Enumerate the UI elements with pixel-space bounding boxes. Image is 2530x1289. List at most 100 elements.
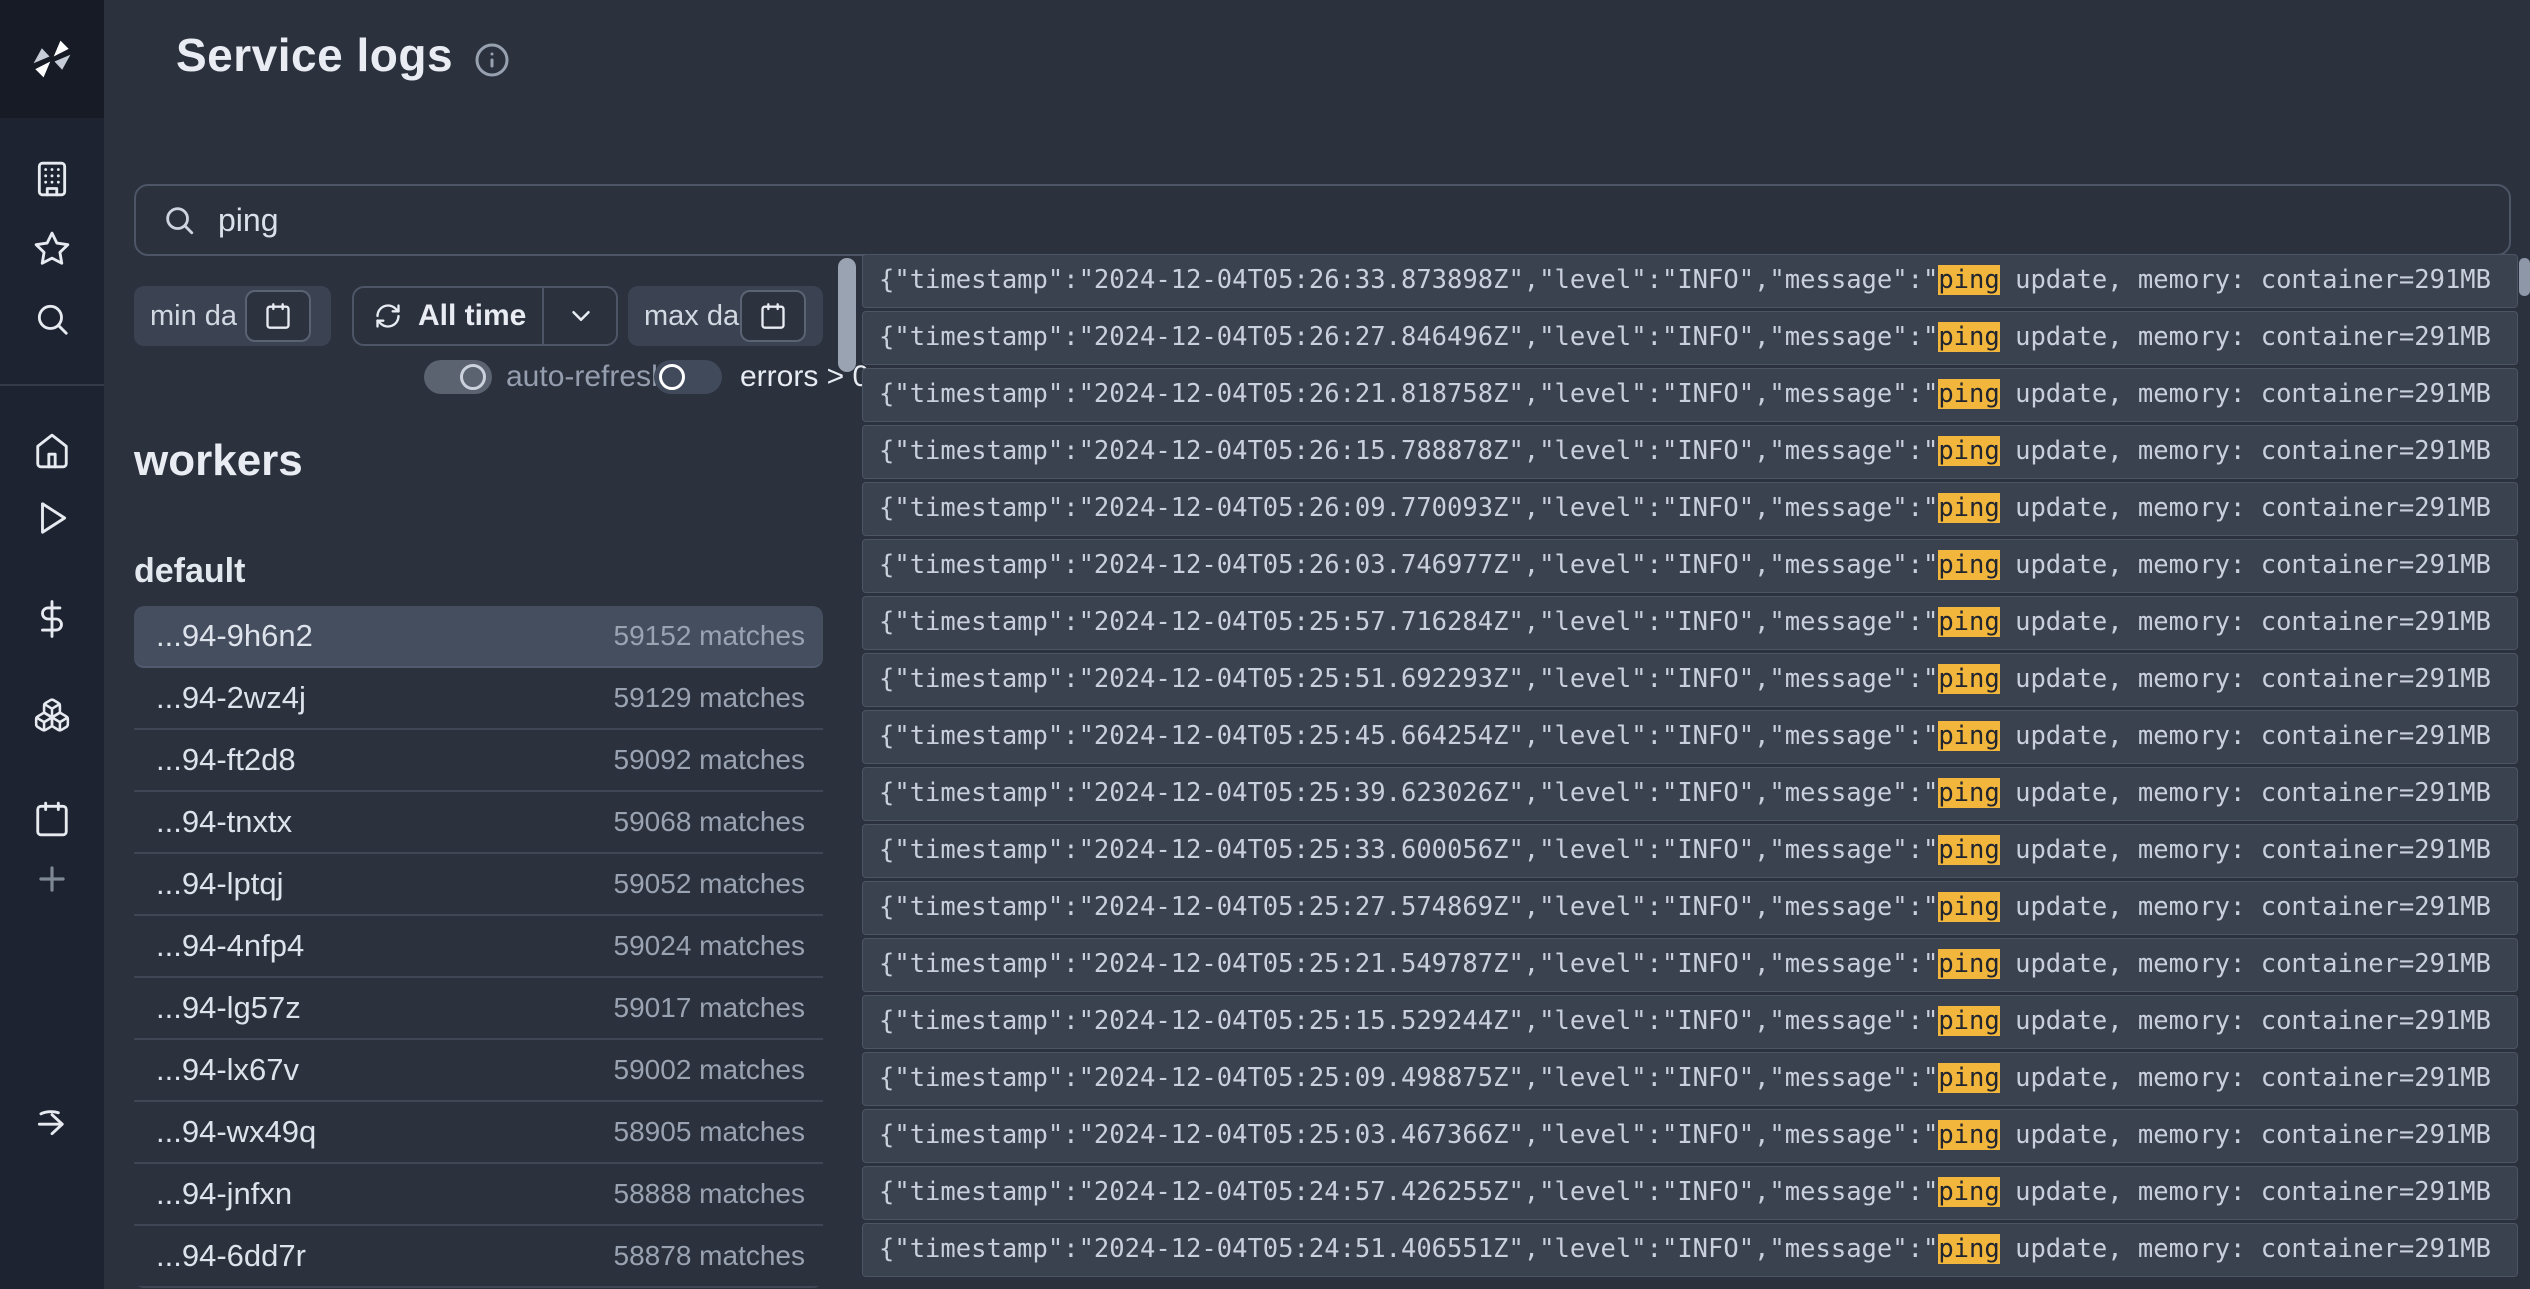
boxes-icon[interactable] bbox=[33, 696, 71, 734]
dollar-icon[interactable] bbox=[33, 600, 71, 638]
log-text: {"timestamp":"2024-12-04T05:25:09.498875… bbox=[879, 1063, 1938, 1093]
log-row[interactable]: {"timestamp":"2024-12-04T05:25:15.529244… bbox=[862, 995, 2518, 1049]
log-text: {"timestamp":"2024-12-04T05:25:15.529244… bbox=[879, 1006, 1938, 1036]
worker-name: ...94-wx49q bbox=[156, 1114, 316, 1150]
log-text: update, memory: container=291MB bbox=[2000, 1177, 2491, 1207]
log-row[interactable]: {"timestamp":"2024-12-04T05:24:51.406551… bbox=[862, 1223, 2518, 1277]
log-text: {"timestamp":"2024-12-04T05:24:51.406551… bbox=[879, 1234, 1938, 1264]
page-title: Service logs bbox=[176, 28, 453, 82]
worker-row[interactable]: ...94-2wz4j59129 matches bbox=[134, 668, 823, 730]
log-text: update, memory: container=291MB bbox=[2000, 835, 2491, 865]
search-match-highlight: ping bbox=[1938, 1006, 1999, 1036]
expand-sidebar-icon[interactable] bbox=[33, 1102, 71, 1140]
log-text: update, memory: container=291MB bbox=[2000, 607, 2491, 637]
search-match-highlight: ping bbox=[1938, 949, 1999, 979]
log-row[interactable]: {"timestamp":"2024-12-04T05:25:39.623026… bbox=[862, 767, 2518, 821]
calendar-icon[interactable] bbox=[33, 800, 71, 838]
building-icon[interactable] bbox=[33, 160, 71, 198]
worker-match-count: 59068 matches bbox=[614, 806, 805, 838]
search-input[interactable] bbox=[218, 202, 2509, 239]
refresh-icon bbox=[374, 302, 402, 330]
errors-toggle[interactable] bbox=[654, 360, 722, 394]
log-text: {"timestamp":"2024-12-04T05:25:33.600056… bbox=[879, 835, 1938, 865]
search-match-highlight: ping bbox=[1938, 493, 1999, 523]
windmill-logo-icon bbox=[29, 36, 75, 82]
min-date-input[interactable]: min da bbox=[134, 286, 331, 346]
max-date-calendar-button[interactable] bbox=[740, 290, 806, 342]
log-text: update, memory: container=291MB bbox=[2000, 1234, 2491, 1264]
info-icon[interactable] bbox=[474, 42, 510, 78]
worker-name: ...94-9h6n2 bbox=[156, 618, 313, 654]
log-text: {"timestamp":"2024-12-04T05:26:21.818758… bbox=[879, 379, 1938, 409]
app-logo[interactable] bbox=[0, 0, 104, 118]
search-match-highlight: ping bbox=[1938, 778, 1999, 808]
search-match-highlight: ping bbox=[1938, 1177, 1999, 1207]
scrollbar-thumb[interactable] bbox=[838, 258, 856, 372]
log-text: {"timestamp":"2024-12-04T05:26:33.873898… bbox=[879, 265, 1938, 295]
worker-row[interactable]: ...94-lg57z59017 matches bbox=[134, 978, 823, 1040]
log-text: {"timestamp":"2024-12-04T05:25:45.664254… bbox=[879, 721, 1938, 751]
log-text: {"timestamp":"2024-12-04T05:26:03.746977… bbox=[879, 550, 1938, 580]
worker-row[interactable]: ...94-9h6n259152 matches bbox=[134, 606, 823, 668]
home-icon[interactable] bbox=[33, 432, 71, 470]
log-row[interactable]: {"timestamp":"2024-12-04T05:26:27.846496… bbox=[862, 311, 2518, 365]
search-match-highlight: ping bbox=[1938, 1234, 1999, 1264]
worker-row[interactable]: ...94-ft2d859092 matches bbox=[134, 730, 823, 792]
worker-row[interactable]: ...94-lx67v 59002 matches bbox=[134, 1040, 823, 1102]
log-text: {"timestamp":"2024-12-04T05:25:57.716284… bbox=[879, 607, 1938, 637]
log-row[interactable]: {"timestamp":"2024-12-04T05:25:51.692293… bbox=[862, 653, 2518, 707]
plus-icon[interactable] bbox=[33, 860, 71, 898]
search-nav-icon[interactable] bbox=[33, 300, 71, 338]
worker-row[interactable]: ...94-jnfxn58888 matches bbox=[134, 1164, 823, 1226]
worker-row[interactable]: ...94-6dd7r58878 matches bbox=[134, 1226, 823, 1288]
star-icon[interactable] bbox=[33, 230, 71, 268]
worker-match-count: 58888 matches bbox=[614, 1178, 805, 1210]
log-row[interactable]: {"timestamp":"2024-12-04T05:26:03.746977… bbox=[862, 539, 2518, 593]
logs-scrollbar-left bbox=[838, 250, 856, 1289]
log-row[interactable]: {"timestamp":"2024-12-04T05:25:33.600056… bbox=[862, 824, 2518, 878]
scrollbar-thumb[interactable] bbox=[2519, 258, 2530, 296]
worker-name: ...94-6dd7r bbox=[156, 1238, 306, 1274]
calendar-icon bbox=[264, 302, 292, 330]
log-text: {"timestamp":"2024-12-04T05:26:15.788878… bbox=[879, 436, 1938, 466]
worker-row[interactable]: ...94-tnxtx59068 matches bbox=[134, 792, 823, 854]
log-text: update, memory: container=291MB bbox=[2000, 664, 2491, 694]
log-row[interactable]: {"timestamp":"2024-12-04T05:25:57.716284… bbox=[862, 596, 2518, 650]
auto-refresh-toggle[interactable] bbox=[424, 360, 492, 394]
log-row[interactable]: {"timestamp":"2024-12-04T05:24:57.426255… bbox=[862, 1166, 2518, 1220]
log-row[interactable]: {"timestamp":"2024-12-04T05:25:21.549787… bbox=[862, 938, 2518, 992]
log-row[interactable]: {"timestamp":"2024-12-04T05:25:45.664254… bbox=[862, 710, 2518, 764]
worker-row[interactable]: ...94-wx49q58905 matches bbox=[134, 1102, 823, 1164]
search-match-highlight: ping bbox=[1938, 607, 1999, 637]
log-text: {"timestamp":"2024-12-04T05:26:09.770093… bbox=[879, 493, 1938, 523]
play-icon[interactable] bbox=[33, 499, 71, 537]
log-text: {"timestamp":"2024-12-04T05:25:51.692293… bbox=[879, 664, 1938, 694]
log-row[interactable]: {"timestamp":"2024-12-04T05:25:09.498875… bbox=[862, 1052, 2518, 1106]
sidebar bbox=[0, 0, 104, 1289]
search-match-highlight: ping bbox=[1938, 1120, 1999, 1150]
chevron-down-icon bbox=[566, 301, 596, 331]
search-match-highlight: ping bbox=[1938, 835, 1999, 865]
time-range-button[interactable]: All time bbox=[352, 286, 618, 346]
worker-row[interactable]: ...94-lptqj59052 matches bbox=[134, 854, 823, 916]
max-date-label: max da bbox=[644, 300, 739, 333]
worker-match-count: 59002 matches bbox=[614, 1054, 805, 1086]
min-date-calendar-button[interactable] bbox=[245, 290, 311, 342]
worker-list: ...94-9h6n259152 matches...94-2wz4j59129… bbox=[134, 606, 823, 1288]
log-row[interactable]: {"timestamp":"2024-12-04T05:26:33.873898… bbox=[862, 254, 2518, 308]
search-icon bbox=[162, 203, 196, 237]
max-date-input[interactable]: max da bbox=[628, 286, 823, 346]
log-row[interactable]: {"timestamp":"2024-12-04T05:26:21.818758… bbox=[862, 368, 2518, 422]
log-text: update, memory: container=291MB bbox=[2000, 949, 2491, 979]
worker-row[interactable]: ...94-4nfp459024 matches bbox=[134, 916, 823, 978]
search-match-highlight: ping bbox=[1938, 664, 1999, 694]
log-row[interactable]: {"timestamp":"2024-12-04T05:25:27.574869… bbox=[862, 881, 2518, 935]
search-match-highlight: ping bbox=[1938, 550, 1999, 580]
log-row[interactable]: {"timestamp":"2024-12-04T05:26:09.770093… bbox=[862, 482, 2518, 536]
log-row[interactable]: {"timestamp":"2024-12-04T05:25:03.467366… bbox=[862, 1109, 2518, 1163]
worker-name: ...94-lx67v bbox=[156, 1052, 299, 1088]
log-row[interactable]: {"timestamp":"2024-12-04T05:26:15.788878… bbox=[862, 425, 2518, 479]
worker-group-name: default bbox=[134, 552, 245, 591]
calendar-icon bbox=[759, 302, 787, 330]
time-range-dropdown[interactable] bbox=[544, 288, 618, 344]
